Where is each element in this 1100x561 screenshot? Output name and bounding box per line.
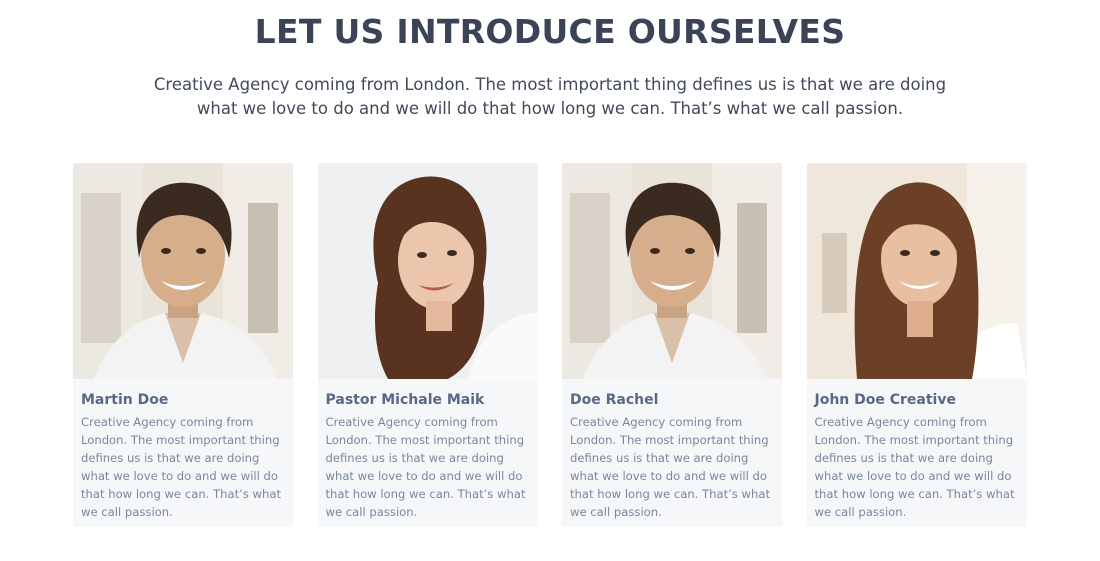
man-portrait-icon [73,163,293,379]
team-member-photo [317,163,538,379]
team-member-photo [73,163,293,379]
team-member-bio: Creative Agency coming from London. The … [814,415,1015,519]
team-grid: Martin Doe Creative Agency coming from L… [73,163,1027,527]
woman-portrait-icon [806,163,1027,379]
team-member-photo [806,163,1027,379]
team-member-bio: Creative Agency coming from London. The … [570,415,771,519]
team-card: Pastor Michale Maik Creative Agency comi… [317,163,538,527]
team-card: Martin Doe Creative Agency coming from L… [73,163,293,527]
team-member-bio: Creative Agency coming from London. The … [81,415,282,519]
team-member-name: John Doe Creative [814,392,956,408]
team-section: LET US INTRODUCE OURSELVES Creative Agen… [0,0,1100,561]
section-title: LET US INTRODUCE OURSELVES [254,12,846,51]
team-member-photo [562,163,782,379]
team-member-name: Martin Doe [81,392,169,408]
team-member-bio: Creative Agency coming from London. The … [325,415,526,519]
section-intro: Creative Agency coming from London. The … [153,75,947,118]
team-card: Doe Rachel Creative Agency coming from L… [562,163,782,527]
team-member-name: Doe Rachel [570,392,659,408]
man-portrait-icon [562,163,782,379]
team-member-name: Pastor Michale Maik [325,392,485,408]
team-card: John Doe Creative Creative Agency coming… [806,163,1027,527]
woman-portrait-icon [317,163,538,379]
